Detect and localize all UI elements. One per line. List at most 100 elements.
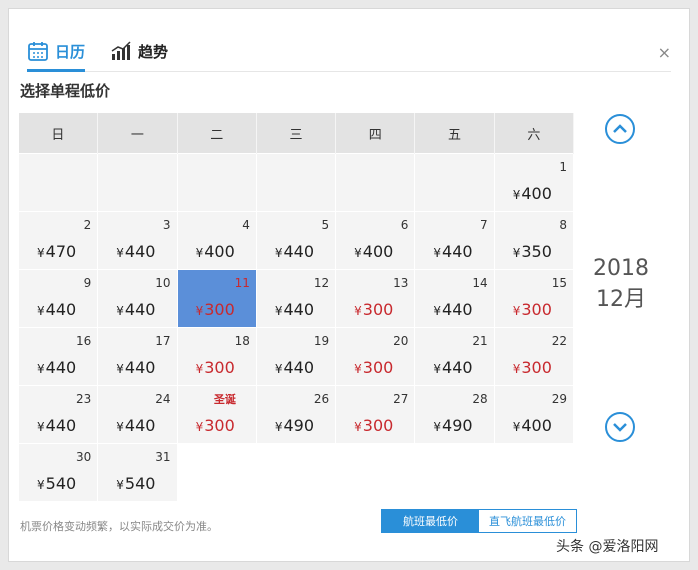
tab-calendar[interactable]: 日历 bbox=[27, 31, 86, 72]
day-number: 7 bbox=[480, 218, 488, 232]
weekday-label: 二 bbox=[177, 113, 257, 154]
empty-day-cell bbox=[176, 153, 257, 212]
currency-symbol: ¥ bbox=[433, 362, 442, 376]
day-price: ¥440 bbox=[116, 416, 155, 435]
day-number: 3 bbox=[162, 218, 171, 232]
day-price: ¥540 bbox=[116, 474, 155, 493]
calendar-day-cell[interactable]: 5 ¥440 bbox=[255, 211, 337, 270]
day-number: 6 bbox=[400, 218, 409, 232]
calendar-day-cell[interactable]: 18 ¥300 bbox=[176, 327, 257, 386]
weekday-label: 日 bbox=[18, 113, 99, 154]
source-watermark: 头条 @爱洛阳网 bbox=[556, 539, 659, 555]
currency-symbol: ¥ bbox=[37, 362, 45, 376]
price-value: 440 bbox=[45, 416, 77, 435]
currency-symbol: ¥ bbox=[37, 478, 45, 492]
day-number: 29 bbox=[551, 392, 567, 406]
calendar-day-cell[interactable]: 9 ¥440 bbox=[17, 269, 99, 328]
price-value: 350 bbox=[521, 242, 552, 261]
calendar-day-cell[interactable]: 28 ¥490 bbox=[414, 385, 495, 444]
calendar-day-cell[interactable]: 3 ¥440 bbox=[97, 211, 178, 270]
currency-symbol: ¥ bbox=[116, 362, 124, 376]
currency-symbol: ¥ bbox=[116, 478, 124, 492]
calendar-day-cell[interactable]: 26 ¥490 bbox=[255, 385, 337, 444]
day-number: 17 bbox=[155, 334, 171, 348]
day-price: ¥440 bbox=[116, 300, 155, 319]
currency-symbol: ¥ bbox=[116, 304, 124, 318]
calendar-day-cell[interactable]: 8 ¥350 bbox=[493, 211, 575, 270]
empty-day-cell bbox=[255, 153, 337, 212]
calendar-day-cell[interactable]: 14 ¥440 bbox=[414, 269, 495, 328]
direct-flight-lowest-price-option[interactable]: 直飞航班最低价 bbox=[479, 510, 576, 532]
calendar-day-cell[interactable]: 22 ¥300 bbox=[493, 327, 575, 386]
price-value: 300 bbox=[362, 300, 394, 319]
price-value: 440 bbox=[442, 242, 473, 261]
calendar-day-cell[interactable]: 29 ¥400 bbox=[493, 385, 575, 444]
price-value: 400 bbox=[521, 184, 552, 203]
day-number: 10 bbox=[155, 276, 171, 290]
calendar-day-cell[interactable]: 27 ¥300 bbox=[335, 385, 416, 444]
day-number: 20 bbox=[393, 334, 409, 348]
calendar-day-cell[interactable]: 17 ¥440 bbox=[97, 327, 178, 386]
next-month-button[interactable] bbox=[605, 412, 635, 442]
calendar-day-cell[interactable]: 1 ¥400 bbox=[493, 153, 575, 212]
day-number: 27 bbox=[393, 392, 409, 406]
price-value: 300 bbox=[521, 358, 552, 377]
calendar-grid: 日一二三四五六 1 ¥400 2 ¥470 3 ¥440 4 ¥400 5 ¥440 6 ¥400 7 ¥… bbox=[17, 113, 575, 502]
day-price: ¥440 bbox=[116, 358, 155, 377]
currency-symbol: ¥ bbox=[274, 420, 283, 434]
day-price: ¥400 bbox=[513, 184, 552, 203]
calendar-day-cell[interactable]: 21 ¥440 bbox=[414, 327, 495, 386]
calendar-day-cell[interactable]: 圣诞 ¥300 bbox=[176, 385, 257, 444]
day-price: ¥440 bbox=[433, 300, 472, 319]
previous-month-button[interactable] bbox=[605, 114, 635, 144]
calendar-day-cell[interactable]: 11 ¥300 bbox=[176, 269, 257, 328]
calendar-day-cell[interactable]: 6 ¥400 bbox=[335, 211, 416, 270]
day-number: 12 bbox=[313, 276, 330, 290]
currency-symbol: ¥ bbox=[274, 246, 283, 260]
day-number: 26 bbox=[313, 392, 330, 406]
calendar-week-row: 16 ¥440 17 ¥440 18 ¥300 19 ¥440 20 ¥300 21 ¥440 22 ¥3… bbox=[17, 327, 575, 386]
day-price: ¥440 bbox=[37, 358, 76, 377]
close-icon[interactable]: × bbox=[658, 43, 671, 62]
price-value: 490 bbox=[283, 416, 315, 435]
empty-day-cell bbox=[335, 153, 416, 212]
day-number: 18 bbox=[234, 334, 250, 348]
calendar-day-cell[interactable]: 19 ¥440 bbox=[255, 327, 337, 386]
day-price: ¥300 bbox=[196, 416, 235, 435]
weekday-label: 三 bbox=[256, 113, 337, 154]
tab-calendar-label: 日历 bbox=[55, 42, 86, 61]
calendar-day-cell[interactable]: 24 ¥440 bbox=[97, 385, 178, 444]
calendar-day-cell[interactable]: 16 ¥440 bbox=[17, 327, 99, 386]
currency-symbol: ¥ bbox=[195, 246, 204, 260]
calendar-day-cell[interactable]: 10 ¥440 bbox=[97, 269, 178, 328]
day-number: 13 bbox=[393, 276, 409, 290]
calendar-day-cell[interactable]: 13 ¥300 bbox=[335, 269, 416, 328]
currency-symbol: ¥ bbox=[116, 246, 124, 260]
weekday-label: 五 bbox=[414, 113, 495, 154]
price-value: 400 bbox=[521, 416, 552, 435]
calendar-day-cell[interactable]: 30 ¥540 bbox=[17, 443, 99, 502]
currency-symbol: ¥ bbox=[512, 188, 521, 202]
price-value: 440 bbox=[283, 300, 315, 319]
calendar-week-row: 9 ¥440 10 ¥440 11 ¥300 12 ¥440 13 ¥300 14 ¥440 15 ¥30… bbox=[17, 269, 575, 328]
currency-symbol: ¥ bbox=[195, 304, 204, 318]
calendar-day-cell[interactable]: 20 ¥300 bbox=[335, 327, 416, 386]
currency-symbol: ¥ bbox=[433, 246, 442, 260]
empty-day-cell bbox=[97, 153, 178, 212]
calendar-day-cell[interactable]: 23 ¥440 bbox=[17, 385, 99, 444]
calendar-day-cell[interactable]: 12 ¥440 bbox=[255, 269, 337, 328]
calendar-day-cell[interactable]: 7 ¥440 bbox=[414, 211, 495, 270]
calendar-day-cell[interactable]: 4 ¥400 bbox=[176, 211, 257, 270]
calendar-day-cell[interactable]: 31 ¥540 bbox=[97, 443, 178, 502]
price-value: 440 bbox=[283, 358, 315, 377]
calendar-day-cell[interactable]: 2 ¥470 bbox=[17, 211, 99, 270]
day-price: ¥300 bbox=[354, 300, 393, 319]
currency-symbol: ¥ bbox=[274, 304, 283, 318]
lowest-flight-price-option[interactable]: 航班最低价 bbox=[382, 510, 479, 532]
day-price: ¥470 bbox=[37, 242, 76, 261]
price-value: 300 bbox=[204, 300, 235, 319]
price-value: 300 bbox=[362, 416, 394, 435]
tab-bar: 日历 趋势 bbox=[27, 31, 671, 72]
calendar-day-cell[interactable]: 15 ¥300 bbox=[493, 269, 575, 328]
tab-trend[interactable]: 趋势 bbox=[110, 31, 168, 71]
